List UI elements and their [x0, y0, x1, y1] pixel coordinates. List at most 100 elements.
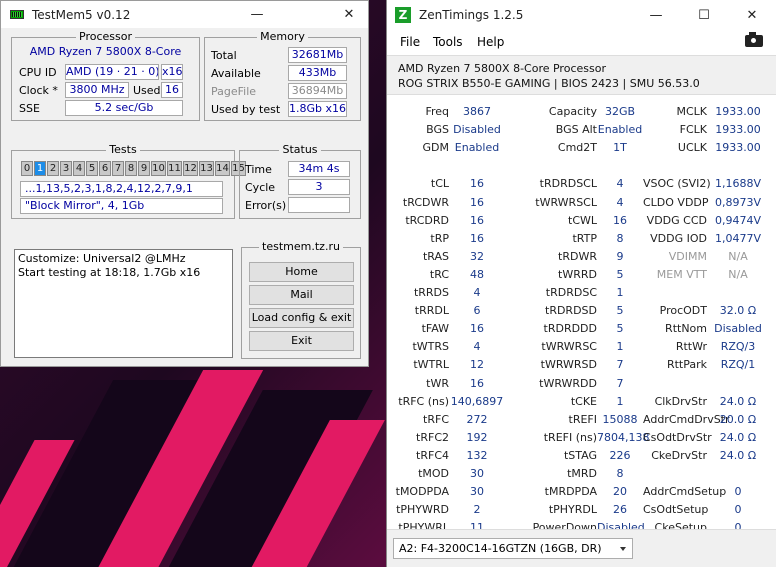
- timing-label: tRDRDSC: [545, 286, 597, 299]
- log-line: Start testing at 18:18, 1.7Gb x16: [18, 266, 201, 279]
- timing-value: RZQ/1: [720, 358, 756, 372]
- site-heading: testmem.tz.ru: [259, 240, 343, 253]
- errors-field: [288, 197, 350, 213]
- timing-value: 1T: [613, 141, 627, 155]
- timing-value: 16: [470, 213, 484, 227]
- menu-file[interactable]: File: [400, 35, 420, 49]
- timing-label: tPHYWRD: [396, 503, 449, 517]
- log-output[interactable]: Customize: Universal2 @LMHz Start testin…: [14, 249, 233, 358]
- minimize-button[interactable]: —: [633, 0, 679, 30]
- test-number: 5: [86, 161, 98, 176]
- timing-label: VDDG CCD: [646, 213, 707, 227]
- timing-label: VDIMM: [668, 249, 707, 263]
- used-threads-field: 16: [161, 82, 183, 98]
- test-number: 9: [138, 161, 150, 176]
- test-number: 7: [112, 161, 124, 176]
- used-label: Used: [133, 84, 161, 97]
- maximize-button[interactable]: ☐: [681, 0, 727, 30]
- zentimings-title: ZenTimings 1.2.5: [419, 8, 524, 22]
- timing-label: tFAW: [421, 322, 449, 336]
- load-config-exit-button[interactable]: Load config & exit: [249, 308, 354, 328]
- close-button[interactable]: ✕: [326, 1, 372, 28]
- dimm-select[interactable]: A2: F4-3200C14-16GTZN (16GB, DR): [393, 538, 633, 559]
- timing-value: 272: [466, 412, 488, 426]
- timing-value: N/A: [728, 267, 748, 281]
- timing-label: ClkDrvStr: [654, 394, 707, 408]
- exit-button[interactable]: Exit: [249, 331, 354, 351]
- timing-value: 5: [616, 304, 624, 318]
- timing-value: 24.0 Ω: [719, 394, 757, 408]
- clock-field: 3800 MHz: [65, 82, 129, 98]
- test-number: 2: [47, 161, 59, 176]
- timing-label: tWTRS: [412, 340, 449, 354]
- timing-value: 24.0 Ω: [719, 430, 757, 444]
- timing-label: tCKE: [570, 394, 597, 408]
- home-button[interactable]: Home: [249, 262, 354, 282]
- available-label: Available: [211, 67, 261, 80]
- mail-button[interactable]: Mail: [249, 285, 354, 305]
- timing-label: MEM VTT: [656, 267, 707, 281]
- close-button[interactable]: ✕: [729, 0, 775, 30]
- timing-value: 16: [470, 231, 484, 245]
- timing-label: FCLK: [679, 123, 707, 137]
- timings-grid: Freq 3867 BGS Disabled GDM Enabled tCL 16 tRCDWR…: [387, 96, 776, 534]
- timing-label: tRDWR: [558, 249, 597, 263]
- timing-value: 0,8973V: [714, 195, 761, 209]
- timing-label: UCLK: [677, 141, 707, 155]
- test-number: 11: [167, 161, 182, 176]
- menu-tools[interactable]: Tools: [433, 35, 463, 49]
- timing-value: 1: [616, 340, 624, 354]
- timing-label: tRFC: [423, 412, 449, 426]
- errors-label: Error(s): [245, 199, 287, 212]
- timing-label: tRRDL: [414, 304, 449, 318]
- timing-value: 132: [466, 448, 488, 462]
- log-line: Customize: Universal2 @LMHz: [18, 252, 186, 265]
- timing-value: 226: [609, 448, 631, 462]
- timing-label: CLDO VDDP: [643, 195, 709, 209]
- timing-value: 4: [616, 177, 624, 191]
- timing-value: 48: [470, 267, 484, 281]
- timing-label: VDDG IOD: [650, 231, 707, 245]
- time-label: Time: [245, 163, 272, 176]
- sse-field: 5.2 sec/Gb: [65, 100, 183, 116]
- test-number: 14: [215, 161, 230, 176]
- timing-value: 192: [466, 430, 488, 444]
- chevron-down-icon: [620, 547, 626, 551]
- dimm-select-value: A2: F4-3200C14-16GTZN (16GB, DR): [399, 542, 602, 555]
- status-heading: Status: [279, 143, 321, 156]
- timing-value: 9: [616, 249, 624, 263]
- timing-value: 1,1688V: [714, 177, 761, 191]
- menu-help[interactable]: Help: [477, 35, 504, 49]
- available-field: 433Mb: [288, 65, 347, 81]
- sse-label: SSE: [19, 102, 40, 115]
- timing-value: 30: [470, 467, 484, 480]
- timing-value: 6: [473, 304, 481, 318]
- timing-value: 8: [616, 231, 624, 245]
- timing-value: 16: [613, 213, 627, 227]
- cpu-id-label: CPU ID: [19, 66, 57, 79]
- timing-value: 20: [613, 485, 627, 499]
- timing-value: 2: [473, 503, 481, 517]
- timing-label: AddrCmdSetup: [643, 485, 727, 499]
- screenshot-camera-icon[interactable]: [745, 32, 763, 47]
- timing-value: 16: [470, 376, 484, 390]
- test-number: 1: [34, 161, 46, 176]
- zentimings-titlebar[interactable]: Z ZenTimings 1.2.5 — ☐ ✕: [387, 0, 776, 30]
- timing-label: tRCDWR: [402, 195, 449, 209]
- footer: A2: F4-3200C14-16GTZN (16GB, DR): [387, 529, 776, 567]
- minimize-button[interactable]: —: [234, 1, 280, 28]
- timing-value: 4: [473, 340, 481, 354]
- timing-label: tSTAG: [563, 448, 597, 462]
- timing-label: CsOdtDrvStr: [643, 430, 712, 444]
- testmem-titlebar[interactable]: TestMem5 v0.12 — ✕: [1, 1, 368, 28]
- test-number: 12: [183, 161, 198, 176]
- timing-value: 1933.00: [715, 105, 761, 118]
- timing-value: 30: [470, 485, 484, 499]
- timing-value: Disabled: [714, 322, 762, 336]
- timing-label: tRDRDSD: [545, 304, 597, 318]
- current-test-field: "Block Mirror", 4, 1Gb: [20, 198, 223, 214]
- test-number: 10: [151, 161, 166, 176]
- cpu-id-field: AMD (19 · 21 · 0): [65, 64, 159, 80]
- timing-value: 26: [613, 503, 627, 517]
- timing-value: 15088: [602, 412, 638, 426]
